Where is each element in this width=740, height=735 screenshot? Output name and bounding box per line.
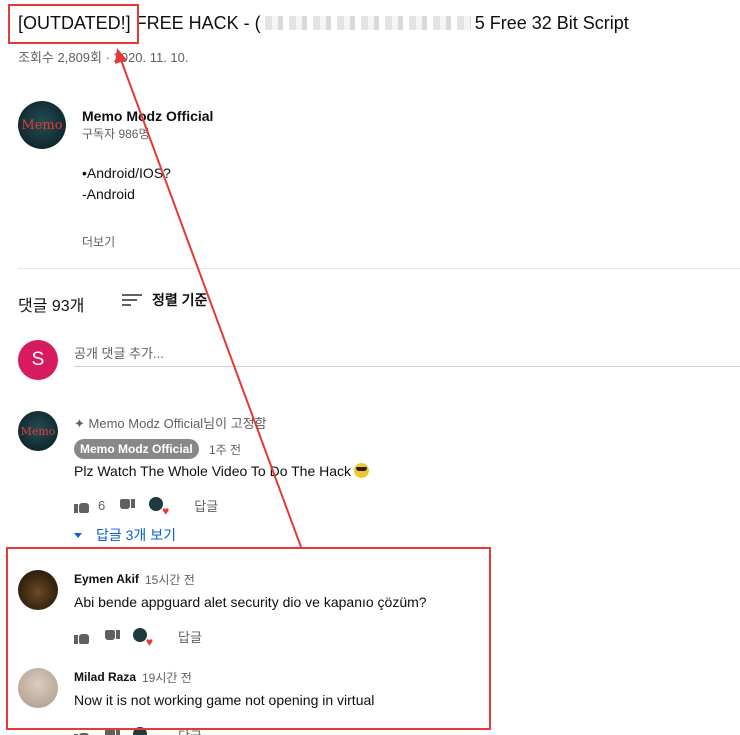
annotation-title-box	[8, 4, 139, 44]
view-replies-label: 답글 3개 보기	[96, 527, 176, 543]
pinned-label-text: Memo Modz Official님이 고정함	[88, 416, 267, 431]
sort-icon	[122, 293, 142, 307]
channel-avatar-text: Memo	[21, 117, 63, 133]
show-more-button[interactable]: 더보기	[82, 233, 115, 250]
comment-count: 댓글 93개	[18, 298, 85, 315]
channel-name[interactable]: Memo Modz Official	[82, 108, 213, 124]
sort-label: 정렬 기준	[152, 292, 208, 308]
video-meta: 조회수 2,809회 · 2020. 11. 10.	[18, 50, 189, 65]
comment-text-content: Plz Watch The Whole Video To Do The Hack	[74, 463, 352, 479]
view-replies-button[interactable]: 답글 3개 보기	[74, 525, 176, 545]
author-badge[interactable]: Memo Modz Official	[74, 439, 199, 459]
description-line-2: -Android	[82, 186, 135, 202]
commenter-avatar[interactable]: Memo	[18, 411, 58, 451]
like-count: 6	[98, 498, 106, 513]
chevron-down-icon	[74, 532, 82, 538]
video-title-end: 5 Free 32 Bit Script	[474, 12, 629, 33]
avatar-text: Memo	[20, 424, 56, 438]
comment-actions: 6 ♥ 답글	[74, 496, 218, 517]
pin-icon: ✦	[74, 416, 85, 431]
upload-date: 2020. 11. 10.	[113, 50, 189, 65]
comment-text: Plz Watch The Whole Video To Do The Hack	[74, 463, 370, 479]
user-avatar[interactable]: S	[18, 340, 58, 380]
creator-heart-icon: ♥	[149, 496, 169, 517]
redacted-title-segment	[264, 16, 471, 31]
annotation-replies-box	[6, 547, 491, 730]
add-comment-input[interactable]	[74, 341, 740, 367]
reply-button[interactable]: 답글	[194, 496, 218, 515]
sort-button[interactable]: 정렬 기준	[122, 290, 207, 310]
divider	[18, 268, 740, 269]
subscriber-count: 구독자 986명	[82, 127, 150, 141]
pinned-label: ✦ Memo Modz Official님이 고정함	[74, 413, 267, 432]
sunglasses-emoji-icon	[354, 463, 370, 478]
channel-avatar[interactable]: Memo	[18, 101, 66, 149]
comment-time[interactable]: 1주 전	[209, 441, 241, 458]
description-line-1: •Android/IOS?	[82, 165, 171, 181]
like-icon[interactable]	[74, 499, 89, 513]
view-count: 조회수 2,809회	[18, 50, 102, 65]
dislike-icon[interactable]	[120, 498, 136, 513]
